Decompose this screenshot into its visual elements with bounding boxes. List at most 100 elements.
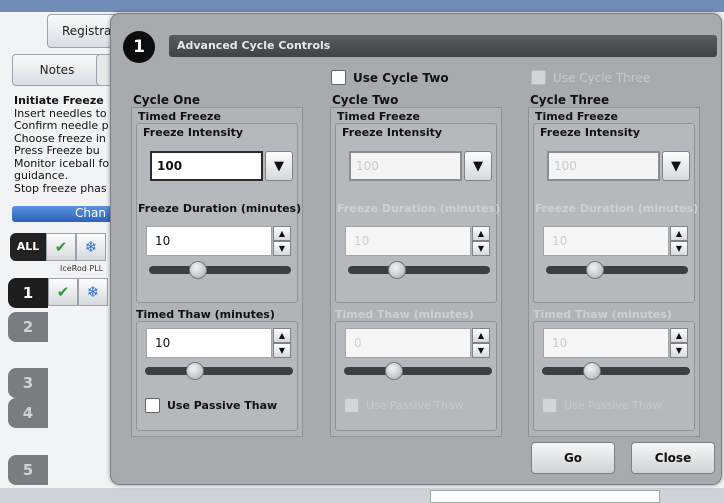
passive-thaw-toggle[interactable]: Use Passive Thaw: [542, 398, 662, 413]
spin-up-icon[interactable]: ▲: [670, 226, 688, 241]
thaw-group: 10 ▲ ▼ Use Passive Thaw: [533, 321, 695, 431]
snowflake-icon[interactable]: ❄: [76, 233, 106, 261]
timed-thaw-stepper[interactable]: ▲ ▼: [670, 328, 688, 358]
spin-down-icon[interactable]: ▼: [472, 343, 490, 358]
freeze-duration-slider[interactable]: [348, 266, 490, 274]
bottom-input[interactable]: [430, 490, 660, 503]
freeze-group: Freeze Intensity 100 ▼ Freeze Duration (…: [136, 123, 301, 303]
freeze-group: Freeze Intensity 100 ▼ Freeze Duration (…: [335, 123, 501, 303]
freeze-intensity-select[interactable]: 100: [150, 151, 263, 181]
freeze-intensity-label: Freeze Intensity: [342, 126, 443, 139]
needle-icon[interactable]: ✔: [46, 233, 76, 261]
probe-row[interactable]: 4: [8, 398, 108, 428]
freeze-duration-stepper[interactable]: ▲ ▼: [472, 226, 490, 256]
timed-thaw-input[interactable]: 10: [146, 328, 272, 358]
spin-up-icon[interactable]: ▲: [670, 328, 688, 343]
freeze-intensity-label: Freeze Intensity: [540, 126, 641, 139]
rod-label: IceRod PLL: [60, 264, 104, 273]
use-cycle-three-checkbox[interactable]: [531, 70, 546, 85]
use-cycle-two-toggle[interactable]: Use Cycle Two: [331, 70, 449, 85]
passive-thaw-checkbox[interactable]: [542, 398, 557, 413]
instruction-line: Stop freeze phas: [14, 181, 107, 195]
passive-thaw-toggle[interactable]: Use Passive Thaw: [145, 398, 277, 413]
probe-number: 5: [8, 455, 48, 485]
passive-thaw-label: Use Passive Thaw: [366, 399, 464, 412]
passive-thaw-checkbox[interactable]: [344, 398, 359, 413]
timed-thaw-label: Timed Thaw (minutes): [533, 308, 672, 321]
registration-tab[interactable]: Registra: [47, 14, 117, 48]
timed-thaw-label: Timed Thaw (minutes): [136, 308, 275, 321]
probe-number: 1: [8, 278, 48, 308]
freeze-duration-slider[interactable]: [546, 266, 688, 274]
close-button[interactable]: Close: [631, 442, 715, 474]
instruction-line: Confirm needle p: [14, 119, 109, 132]
notes-tab[interactable]: Notes: [12, 54, 102, 86]
spin-down-icon[interactable]: ▼: [472, 241, 490, 256]
timed-thaw-slider[interactable]: [542, 367, 690, 375]
spin-up-icon[interactable]: ▲: [472, 328, 490, 343]
probe-number: 4: [8, 398, 48, 428]
freeze-duration-label: Freeze Duration (minutes): [535, 202, 699, 215]
spin-up-icon[interactable]: ▲: [273, 328, 291, 343]
dialog-title: Advanced Cycle Controls: [169, 35, 717, 57]
needle-icon[interactable]: ✔: [48, 278, 78, 306]
timed-thaw-input[interactable]: 10: [543, 328, 669, 358]
timed-thaw-input[interactable]: 0: [345, 328, 471, 358]
freeze-duration-stepper[interactable]: ▲ ▼: [670, 226, 688, 256]
use-cycle-two-checkbox[interactable]: [331, 70, 346, 85]
freeze-intensity-select[interactable]: 100: [547, 151, 660, 181]
all-row: ALL ✔ ❄: [10, 233, 110, 263]
chevron-down-icon[interactable]: ▼: [464, 151, 492, 181]
go-button[interactable]: Go: [531, 442, 615, 474]
freeze-group: Freeze Intensity 100 ▼ Freeze Duration (…: [533, 123, 699, 303]
slider-handle[interactable]: [385, 362, 403, 380]
probe-row[interactable]: 3: [8, 368, 108, 398]
use-cycle-three-toggle[interactable]: Use Cycle Three: [531, 70, 650, 85]
top-bar: [0, 0, 724, 12]
use-cycle-two-label: Use Cycle Two: [353, 70, 449, 85]
freeze-duration-input[interactable]: 10: [146, 226, 272, 256]
spin-up-icon[interactable]: ▲: [273, 226, 291, 241]
change-button[interactable]: Chan: [12, 206, 112, 222]
timed-freeze-label: Timed Freeze: [138, 110, 221, 123]
spin-down-icon[interactable]: ▼: [273, 241, 291, 256]
freeze-duration-slider[interactable]: [149, 266, 291, 274]
probe-number: 2: [8, 312, 48, 342]
spin-down-icon[interactable]: ▼: [670, 343, 688, 358]
instruction-heading: Initiate Freeze: [14, 95, 104, 107]
passive-thaw-label: Use Passive Thaw: [564, 399, 662, 412]
freeze-intensity-select[interactable]: 100: [349, 151, 462, 181]
freeze-duration-input[interactable]: 10: [543, 226, 669, 256]
cycle-three-heading: Cycle Three: [530, 93, 610, 107]
probe-row[interactable]: 1 ✔ ❄: [8, 278, 108, 308]
slider-handle[interactable]: [388, 261, 406, 279]
timed-thaw-slider[interactable]: [344, 367, 492, 375]
slider-handle[interactable]: [186, 362, 204, 380]
freeze-duration-input[interactable]: 10: [345, 226, 471, 256]
slider-handle[interactable]: [586, 261, 604, 279]
spin-down-icon[interactable]: ▼: [273, 343, 291, 358]
chevron-down-icon[interactable]: ▼: [662, 151, 690, 181]
timed-thaw-slider[interactable]: [145, 367, 293, 375]
slider-handle[interactable]: [189, 261, 207, 279]
timed-thaw-stepper[interactable]: ▲ ▼: [273, 328, 291, 358]
timed-freeze-label: Timed Freeze: [337, 110, 420, 123]
cycle-one-heading: Cycle One: [133, 93, 201, 107]
snowflake-icon[interactable]: ❄: [78, 278, 108, 306]
chevron-down-icon[interactable]: ▼: [265, 151, 293, 181]
cycle-one-panel: Timed Freeze Freeze Intensity 100 ▼ Free…: [131, 107, 303, 437]
all-button[interactable]: ALL: [10, 233, 46, 261]
timed-freeze-label: Timed Freeze: [535, 110, 618, 123]
timed-thaw-stepper[interactable]: ▲ ▼: [472, 328, 490, 358]
passive-thaw-checkbox[interactable]: [145, 398, 160, 413]
spin-up-icon[interactable]: ▲: [472, 226, 490, 241]
freeze-duration-stepper[interactable]: ▲ ▼: [273, 226, 291, 256]
slider-handle[interactable]: [583, 362, 601, 380]
probe-row[interactable]: 5: [8, 455, 108, 485]
probe-row[interactable]: 2: [8, 312, 108, 342]
spin-down-icon[interactable]: ▼: [670, 241, 688, 256]
passive-thaw-toggle[interactable]: Use Passive Thaw: [344, 398, 464, 413]
thaw-group: 10 ▲ ▼ Use Passive Thaw: [136, 321, 298, 431]
cycle-two-panel: Timed Freeze Freeze Intensity 100 ▼ Free…: [330, 107, 502, 437]
freeze-duration-label: Freeze Duration (minutes): [337, 202, 501, 215]
